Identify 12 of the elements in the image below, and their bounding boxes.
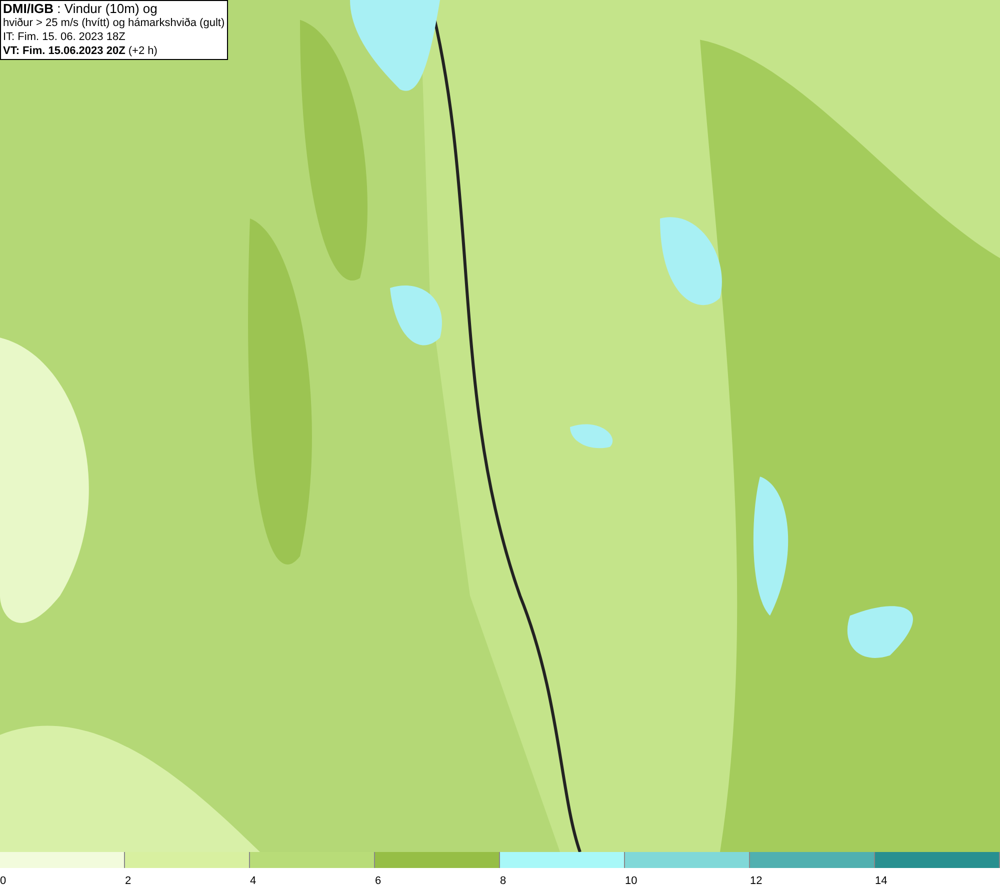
legend-label: 4 (250, 874, 256, 887)
info-text: DMI/IGB : Vindur (10m) og (3, 2, 158, 16)
info-text: VT: Fim. 15.06.2023 20Z (+2 h) (3, 44, 158, 58)
legend-label: 10 (625, 874, 638, 887)
info-text: IT: Fim. 15. 06. 2023 18Z (3, 30, 126, 44)
legend-label: 2 (125, 874, 132, 887)
legend-label: 6 (375, 874, 382, 887)
legend-label: 8 (500, 874, 506, 887)
info-text: hviður > 25 m/s (hvítt) og hámarkshviða (gult) (3, 16, 225, 30)
legend-label: 12 (750, 874, 762, 887)
legend-label: 0 (0, 874, 6, 887)
legend-label: 14 (875, 874, 888, 887)
